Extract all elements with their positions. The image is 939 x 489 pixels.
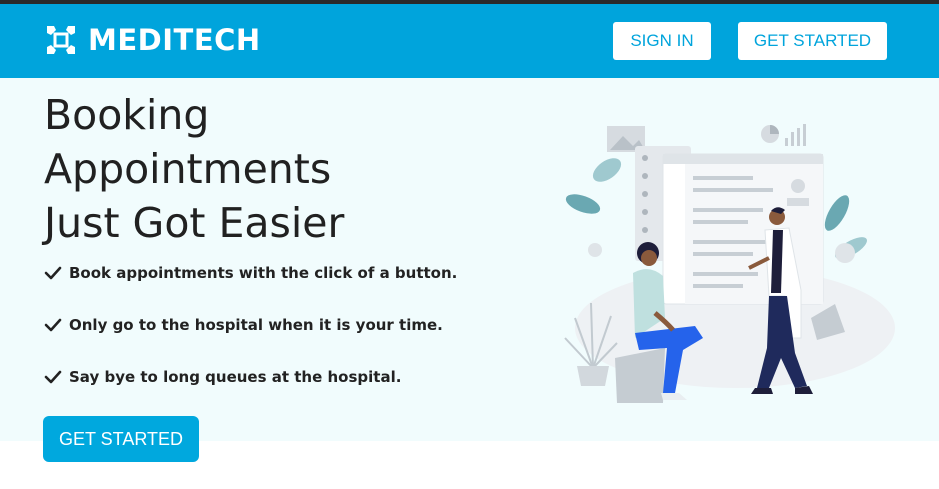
feature-text: Say bye to long queues at the hospital. — [69, 368, 402, 386]
brand-logo[interactable]: MEDITECH — [44, 22, 261, 58]
check-icon — [44, 370, 62, 384]
hero-title-line: Appointments — [44, 145, 332, 193]
bar-chart-icon — [785, 124, 806, 146]
feature-item: Say bye to long queues at the hospital. — [44, 364, 457, 390]
feature-item: Book appointments with the click of a bu… — [44, 260, 457, 286]
hero-title-line: Booking — [44, 91, 210, 139]
doctor-patient-illustration — [564, 124, 895, 403]
medical-cross-logo-icon — [47, 26, 75, 54]
get-started-hero-button[interactable]: GET STARTED — [43, 416, 199, 462]
feature-list: Book appointments with the click of a bu… — [44, 260, 457, 416]
feature-item: Only go to the hospital when it is your … — [44, 312, 457, 338]
check-icon — [44, 266, 62, 280]
feature-text: Only go to the hospital when it is your … — [69, 316, 443, 334]
brand-name: MEDITECH — [88, 23, 261, 57]
get-started-nav-button[interactable]: GET STARTED — [738, 22, 887, 60]
sign-in-button[interactable]: SIGN IN — [613, 22, 711, 60]
navbar: MEDITECH SIGN IN GET STARTED — [0, 4, 939, 78]
hero-title: Booking Appointments Just Got Easier — [44, 88, 464, 250]
hero-title-line: Just Got Easier — [44, 199, 345, 247]
check-icon — [44, 318, 62, 332]
pie-chart-icon — [761, 125, 779, 143]
feature-text: Book appointments with the click of a bu… — [69, 264, 458, 282]
